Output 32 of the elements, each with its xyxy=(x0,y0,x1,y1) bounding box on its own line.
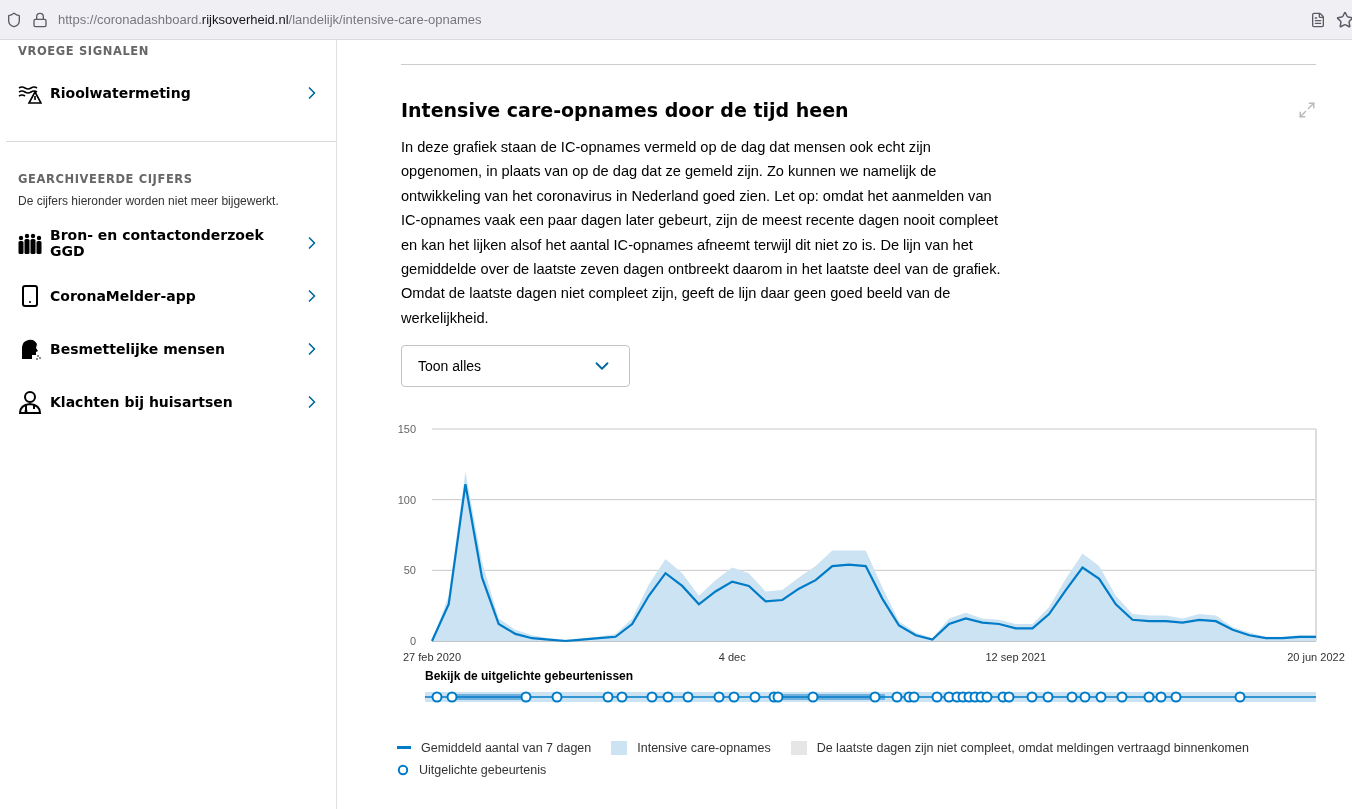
sidebar-item[interactable]: CoronaMelder-app xyxy=(18,269,322,322)
range-dropdown[interactable]: Toon alles xyxy=(401,345,630,388)
sidebar-item[interactable]: Rioolwatermeting xyxy=(18,66,322,119)
events-title: Bekijk de uitgelichte gebeurtenissen xyxy=(425,669,635,684)
line-swatch xyxy=(397,746,411,751)
legend-label: De laatste dagen zijn niet compleet, omdat meldingen vertraagd binnenkomen xyxy=(816,741,1249,756)
reader-view-icon[interactable] xyxy=(1310,11,1326,28)
axis-label: 50 xyxy=(403,564,416,577)
chart-title: Intensive care-opnames door de tijd heen xyxy=(401,99,849,121)
sidebar-item[interactable]: Besmettelijke mensen xyxy=(18,322,322,375)
section-heading: GEARCHIVEERDE CIJFERS xyxy=(18,172,194,186)
shield-icon[interactable] xyxy=(6,11,22,28)
axis-label: 100 xyxy=(397,493,416,506)
chart-description: In deze grafiek staan de IC-opnames vermeld op de dag dat mensen ook echt zijn opgenomen, in plaats van op de dag dat ze gemeld zijn. Zo kunnen we namelijk de ontwikkeling van het coronavirus in Nederland goed zien. Let op: omdat het aanmelden van IC-opnames vaak een paar dagen later gebeurt, zijn de meest recente dagen nooit compleet en kan het lijken alsof het aantal IC-opnames afneemt terwijl dit niet zo is. De lijn van het gemiddelde over de laatste zeven dagen ontbreekt daarom in het laatste deel van de grafiek. Omdat de laatste dagen niet compleet zijn, geeft de lijn daar geen goed beeld van de werkelijkheid. xyxy=(401,138,1002,328)
event-timeline-drawing[interactable] xyxy=(425,691,1317,703)
legend-label: Intensive care-opnames xyxy=(637,741,771,756)
bookmark-star-icon[interactable] xyxy=(1336,10,1352,29)
section-heading: VROEGE SIGNALEN xyxy=(18,44,151,58)
axis-label: 150 xyxy=(397,423,416,436)
legend-label: Gemiddeld aantal van 7 dagen xyxy=(421,741,592,756)
lock-icon[interactable] xyxy=(32,11,48,28)
axis-label: 27 feb 2020 xyxy=(402,651,462,664)
section-description: De cijfers hieronder worden niet meer bijgewerkt. xyxy=(18,194,280,208)
sidebar-item[interactable]: Bron- en contactonderzoek GGD xyxy=(18,216,322,269)
legend-label: Uitgelichte gebeurtenis xyxy=(419,763,547,778)
sidebar-item[interactable]: Klachten bij huisartsen xyxy=(18,375,322,428)
axis-label: 20 jun 2022 xyxy=(1287,651,1345,664)
axis-label: 4 dec xyxy=(718,651,746,664)
axis-label: 12 sep 2021 xyxy=(985,651,1047,664)
doctor-icon xyxy=(18,389,42,414)
axis-label: 0 xyxy=(409,635,416,648)
area-swatch xyxy=(611,741,628,756)
